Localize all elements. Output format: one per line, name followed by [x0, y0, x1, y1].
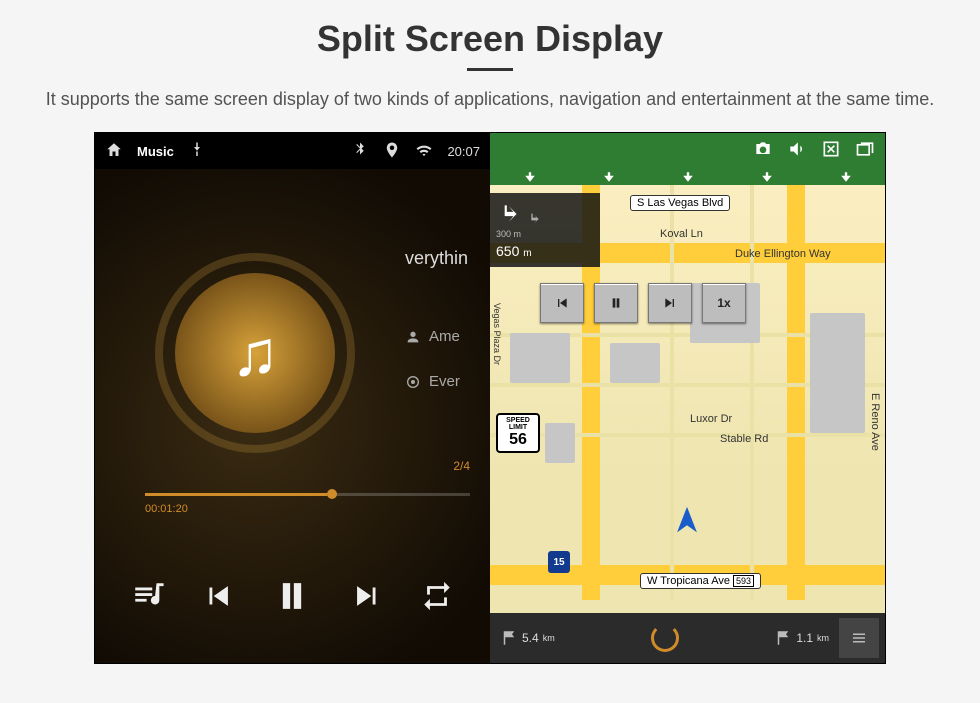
arrow-down-icon — [682, 171, 694, 183]
page-subtitle: It supports the same screen display of t… — [46, 87, 935, 111]
building — [545, 423, 575, 463]
loading-indicator — [565, 624, 765, 652]
sim-next-button[interactable] — [648, 283, 692, 323]
music-panel: Music 20:07 ♫ verythin Ame Ever — [95, 133, 490, 663]
trip-distance-right[interactable]: 1.1 km — [764, 629, 839, 647]
close-app-icon[interactable] — [821, 139, 841, 164]
queue-button[interactable] — [131, 579, 165, 618]
sim-speed-button[interactable]: 1x — [702, 283, 746, 323]
album-name: Ever — [429, 373, 460, 390]
building — [810, 313, 865, 433]
speed-limit-label: SPEED LIMIT — [498, 417, 538, 431]
interstate-shield: 15 — [548, 551, 570, 573]
person-icon — [405, 329, 421, 345]
album-art-disc: ♫ — [155, 253, 355, 453]
sim-pause-button[interactable] — [594, 283, 638, 323]
building — [610, 343, 660, 383]
vehicle-cursor — [670, 504, 704, 543]
title-underline — [467, 68, 513, 71]
lane-guidance — [490, 169, 885, 185]
speed-limit-value: 56 — [498, 431, 538, 449]
street-name: W Tropicana Ave — [647, 575, 730, 587]
street-label: E Reno Ave — [869, 393, 881, 451]
progress-bar[interactable]: 2/4 00:01:20 — [145, 493, 470, 496]
track-title: verythin — [405, 248, 468, 269]
arrow-down-icon — [840, 171, 852, 183]
system-tray — [490, 133, 885, 169]
volume-icon[interactable] — [787, 139, 807, 164]
distance-value: 1.1 — [796, 631, 813, 645]
clock-text: 20:07 — [447, 144, 480, 159]
flag-icon — [774, 629, 792, 647]
trip-distance-left[interactable]: 5.4 km — [490, 629, 565, 647]
route-shield: 593 — [733, 575, 754, 587]
primary-distance-unit: m — [523, 248, 531, 259]
street-label-main: S Las Vegas Blvd — [630, 195, 730, 211]
sim-controls: 1x — [540, 283, 746, 323]
usb-icon — [188, 141, 206, 162]
street-label: Vegas Plaza Dr — [492, 303, 502, 365]
repeat-button[interactable] — [420, 579, 454, 618]
menu-button[interactable] — [839, 618, 879, 658]
split-screen-device: Music 20:07 ♫ verythin Ame Ever — [95, 133, 885, 663]
distance-unit: km — [817, 633, 829, 643]
speed-limit-sign: SPEED LIMIT 56 — [496, 413, 540, 453]
street-label-bottom: W Tropicana Ave 593 — [640, 573, 761, 589]
street-label: Luxor Dr — [690, 413, 732, 425]
flag-icon — [500, 629, 518, 647]
primary-distance: 650 — [496, 243, 519, 259]
disc-icon — [405, 374, 421, 390]
arrow-down-icon — [761, 171, 773, 183]
home-icon[interactable] — [105, 141, 123, 162]
arrow-down-icon — [524, 171, 536, 183]
app-name: Music — [137, 144, 174, 159]
distance-value: 5.4 — [522, 631, 539, 645]
arrow-down-icon — [603, 171, 615, 183]
turn-right-icon — [526, 211, 542, 227]
street-label: Duke Ellington Way — [735, 248, 831, 260]
location-icon — [383, 141, 401, 162]
artist-row: Ame — [405, 328, 460, 345]
turn-instruction: 300 m 650 m — [490, 193, 600, 267]
music-note-icon: ♫ — [231, 316, 279, 390]
turn-left-icon — [496, 201, 522, 227]
pause-button[interactable] — [270, 574, 314, 623]
building — [510, 333, 570, 383]
player-controls — [95, 574, 490, 623]
navigation-panel: S Las Vegas Blvd W Tropicana Ave 593 Kov… — [490, 133, 885, 663]
bluetooth-icon — [351, 141, 369, 162]
sim-prev-button[interactable] — [540, 283, 584, 323]
distance-unit: km — [543, 633, 555, 643]
album-row: Ever — [405, 373, 460, 390]
track-index: 2/4 — [453, 459, 470, 473]
artist-name: Ame — [429, 328, 460, 345]
next-button[interactable] — [350, 579, 384, 618]
prev-button[interactable] — [201, 579, 235, 618]
elapsed-time: 00:01:20 — [145, 503, 188, 515]
street-label: Koval Ln — [660, 228, 703, 240]
status-bar: Music 20:07 — [95, 133, 490, 169]
wifi-icon — [415, 141, 433, 162]
page-title: Split Screen Display — [46, 18, 935, 60]
screenshot-icon[interactable] — [753, 139, 773, 164]
street-label: Stable Rd — [720, 433, 768, 445]
secondary-distance: 300 m — [496, 229, 594, 239]
menu-icon — [850, 629, 868, 647]
nav-bottom-bar: 5.4 km 1.1 km — [490, 613, 885, 663]
recents-icon[interactable] — [855, 139, 875, 164]
